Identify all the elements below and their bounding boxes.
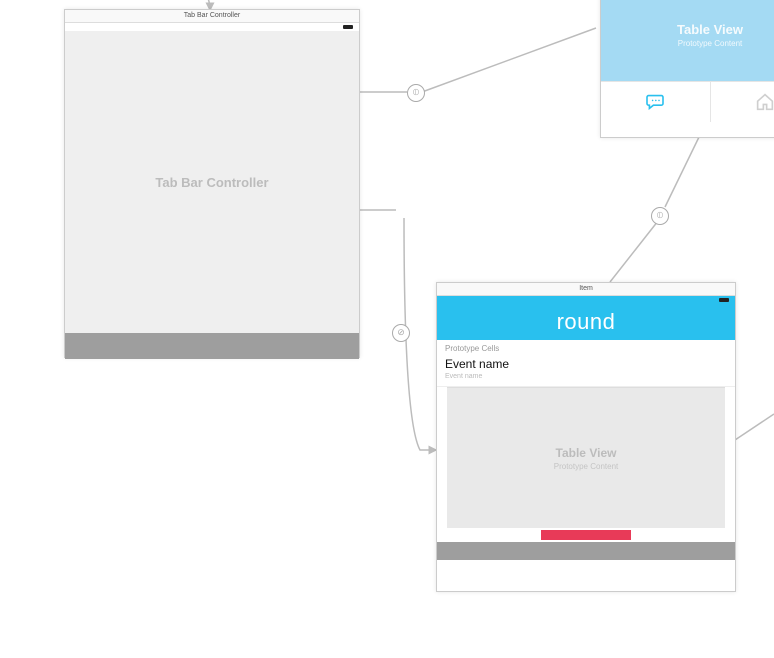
segue-glyph-tabbar-to-item: ⊘ bbox=[392, 324, 410, 342]
scene-body: Tab Bar Controller bbox=[65, 31, 359, 333]
cell-title: Event name bbox=[445, 357, 727, 371]
bottom-bar bbox=[437, 542, 735, 560]
status-bar bbox=[65, 23, 359, 31]
scene-tab-bar-controller[interactable]: Tab Bar Controller Tab Bar Controller bbox=[64, 9, 360, 358]
tab-bar[interactable] bbox=[65, 333, 359, 359]
table-view-placeholder: Table View Prototype Content bbox=[447, 387, 725, 528]
scene-table-view-topright[interactable]: Table View Prototype Content bbox=[600, 0, 774, 138]
scene-title: Item bbox=[437, 283, 735, 296]
placeholder-label: Tab Bar Controller bbox=[155, 175, 268, 190]
prototype-cells-header: Prototype Cells bbox=[437, 340, 735, 355]
home-icon bbox=[755, 93, 774, 111]
battery-icon bbox=[719, 298, 729, 302]
table-view-label: Table View bbox=[677, 22, 743, 37]
segue-glyph-topright-to-item: ⦶ bbox=[651, 207, 669, 225]
table-view-placeholder: Table View Prototype Content bbox=[601, 0, 774, 81]
battery-icon bbox=[343, 25, 353, 29]
chat-icon bbox=[645, 94, 665, 110]
action-button-wrap bbox=[437, 530, 735, 540]
prototype-cell[interactable]: Event name Event name bbox=[437, 355, 735, 387]
tab-chat[interactable] bbox=[601, 82, 711, 122]
nav-title: round bbox=[557, 309, 616, 335]
table-view-sublabel: Prototype Content bbox=[554, 462, 618, 471]
table-view-label: Table View bbox=[556, 446, 617, 460]
action-button[interactable] bbox=[541, 530, 631, 540]
scene-item[interactable]: Item round Prototype Cells Event name Ev… bbox=[436, 282, 736, 592]
table-view-sublabel: Prototype Content bbox=[678, 39, 742, 48]
segue-glyph-tabbar-to-topright: ⦶ bbox=[407, 84, 425, 102]
cell-subtitle: Event name bbox=[445, 373, 727, 380]
navigation-bar: round bbox=[437, 304, 735, 340]
scene-title: Tab Bar Controller bbox=[65, 10, 359, 23]
tab-bar bbox=[601, 81, 774, 122]
tab-home[interactable] bbox=[711, 82, 774, 122]
status-bar bbox=[437, 296, 735, 304]
